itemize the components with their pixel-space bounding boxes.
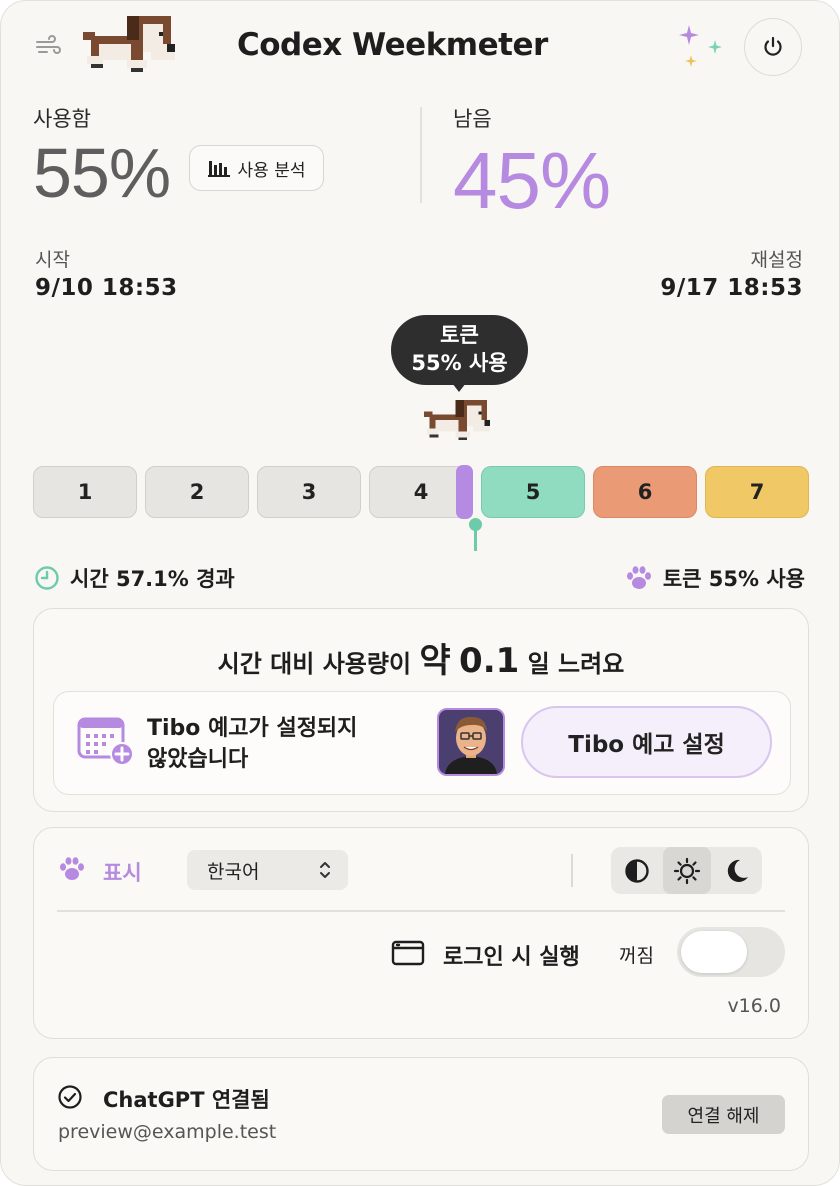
day-7[interactable]: 7 xyxy=(705,466,809,518)
tibo-message-line-1: Tibo 예고가 설정되지 xyxy=(147,716,358,741)
bar-chart-icon xyxy=(207,161,230,177)
time-elapsed-text: 시간 57.1% 경과 xyxy=(70,567,235,591)
chevron-updown-icon xyxy=(320,862,330,878)
account-status: ChatGPT 연결됨 xyxy=(103,1088,270,1112)
disconnect-label: 연결 해제 xyxy=(687,1105,760,1127)
tibo-forecast-button[interactable]: Tibo 예고 설정 xyxy=(521,706,772,778)
used-percentage: 55% xyxy=(33,134,171,212)
day-2[interactable]: 2 xyxy=(145,466,249,518)
day-label: 3 xyxy=(301,480,317,504)
calendar-add-icon xyxy=(77,715,135,771)
day-label: 7 xyxy=(749,480,765,504)
version-label: v16.0 xyxy=(727,995,781,1017)
power-button[interactable] xyxy=(744,18,802,76)
display-paw-icon xyxy=(58,856,86,886)
usage-divider xyxy=(420,107,422,203)
time-elapsed-line xyxy=(474,529,477,551)
sparkles-icon[interactable] xyxy=(677,23,727,77)
widget-panel: Codex Weekmeter 사용함 55% 사용 분석 남음 45% 시작 … xyxy=(0,0,840,1186)
pace-value-prefix: 약 xyxy=(419,641,451,681)
token-tooltip: 토큰 55% 사용 xyxy=(391,315,528,385)
token-used-stat: 토큰 55% 사용 xyxy=(625,563,805,593)
app-title: Codex Weekmeter xyxy=(237,27,548,63)
tooltip-line-1: 토큰 xyxy=(440,323,479,347)
day-6[interactable]: 6 xyxy=(593,466,697,518)
pace-message: 시간 대비 사용량이 약 0.1 일 느려요 xyxy=(1,633,840,682)
language-select[interactable]: 한국어 xyxy=(187,850,348,890)
token-usage-marker xyxy=(456,465,473,519)
dog-progress-icon xyxy=(421,397,493,447)
day-label: 6 xyxy=(637,480,653,504)
reset-value: 9/17 18:53 xyxy=(660,275,803,301)
settings-divider-vertical xyxy=(571,854,573,887)
start-value: 9/10 18:53 xyxy=(35,275,178,301)
moon-icon xyxy=(727,859,748,882)
login-launch-label: 로그인 시 실행 xyxy=(443,945,580,970)
dog-mascot-icon xyxy=(79,11,179,81)
tibo-forecast-button-label: Tibo 예고 설정 xyxy=(568,732,725,758)
power-icon xyxy=(764,36,782,56)
account-email: preview@example.test xyxy=(58,1121,277,1143)
toggle-knob xyxy=(681,931,747,973)
tibo-message: Tibo 예고가 설정되지 않았습니다 xyxy=(147,713,357,775)
clock-icon xyxy=(35,566,59,590)
day-label: 2 xyxy=(189,480,205,504)
login-launch-state: 꺼짐 xyxy=(619,945,654,967)
time-elapsed-stat: 시간 57.1% 경과 xyxy=(34,563,235,593)
token-used-text: 토큰 55% 사용 xyxy=(662,567,805,591)
usage-analysis-button[interactable]: 사용 분석 xyxy=(189,145,324,191)
theme-auto-button[interactable] xyxy=(613,847,661,894)
disconnect-button[interactable]: 연결 해제 xyxy=(662,1095,785,1134)
wind-icon xyxy=(35,35,63,61)
sun-icon xyxy=(673,857,701,884)
tooltip-line-2: 55% 사용 xyxy=(411,351,508,375)
day-1[interactable]: 1 xyxy=(33,466,137,518)
tibo-message-line-2: 않았습니다 xyxy=(147,747,249,772)
remaining-percentage: 45% xyxy=(453,136,611,225)
used-label: 사용함 xyxy=(33,107,91,131)
language-value: 한국어 xyxy=(207,860,260,883)
pace-suffix: 일 느려요 xyxy=(527,650,625,678)
theme-light-button[interactable] xyxy=(663,847,711,894)
contrast-icon xyxy=(625,858,649,883)
login-launch-toggle[interactable] xyxy=(677,927,785,977)
usage-analysis-label: 사용 분석 xyxy=(237,160,306,181)
day-label: 5 xyxy=(525,480,541,504)
check-circle-icon xyxy=(57,1084,83,1114)
day-label: 4 xyxy=(413,480,429,504)
tibo-avatar xyxy=(437,708,505,776)
theme-selector xyxy=(611,847,762,894)
day-label: 1 xyxy=(77,480,93,504)
start-label: 시작 xyxy=(35,249,70,271)
day-3[interactable]: 3 xyxy=(257,466,361,518)
paw-icon xyxy=(626,566,651,589)
pace-value: 0.1 xyxy=(459,641,520,681)
tooltip-tail xyxy=(452,383,466,392)
display-label: 표시 xyxy=(103,861,142,885)
day-5[interactable]: 5 xyxy=(481,466,585,518)
pace-prefix: 시간 대비 사용량이 xyxy=(217,650,412,678)
theme-dark-button[interactable] xyxy=(713,847,761,894)
settings-divider xyxy=(57,910,785,912)
window-icon xyxy=(391,939,425,971)
reset-label: 재설정 xyxy=(750,249,803,271)
remaining-label: 남음 xyxy=(453,107,492,131)
